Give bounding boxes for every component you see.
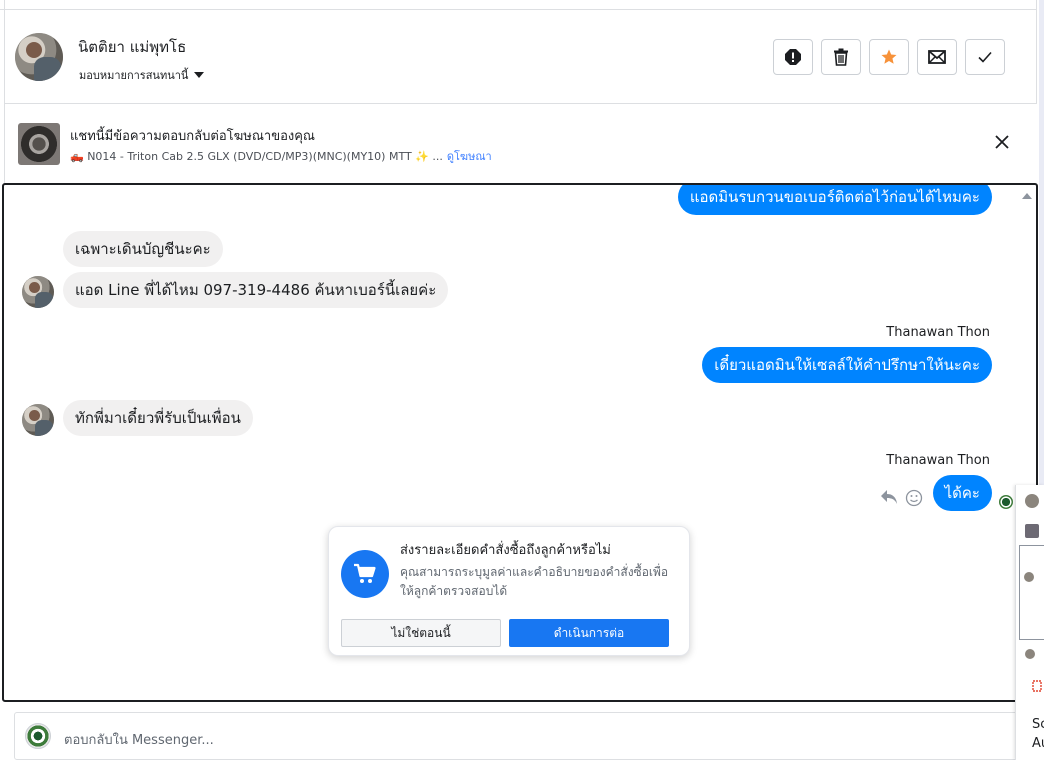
side-panel-partial[interactable]: Sc Au (1015, 485, 1044, 760)
side-text-2: Au (1032, 736, 1044, 751)
ad-thumbnail-small[interactable] (1025, 524, 1039, 538)
envelope-icon (928, 50, 946, 64)
side-thread-preview (1019, 545, 1044, 640)
ad-reply-banner: แชทนี้มีข้อความตอบกลับต่อโฆษณาของคุณ 🛻 N… (4, 104, 1036, 184)
message-bubble-outgoing[interactable]: เดี๋ยวแอดมินให้เซลล์ให้คำปรึกษาให้นะคะ (702, 347, 992, 383)
participant-avatar[interactable] (1025, 494, 1039, 508)
ad-banner-title: แชทนี้มีข้อความตอบกลับต่อโฆษณาของคุณ (70, 129, 315, 144)
checkmark-icon (978, 51, 992, 63)
message-thread[interactable]: แอดมินรบกวนขอเบอร์ติดต่อไว้ก่อนได้ไหมคะ … (2, 183, 1038, 702)
caret-down-icon (194, 72, 205, 78)
message-bubble-outgoing[interactable]: ได้คะ (932, 475, 992, 511)
trash-icon (834, 48, 848, 66)
scroll-up-arrow-icon[interactable] (1022, 193, 1032, 199)
message-bubble-incoming[interactable]: แอด Line พี่ได้ไหม 097-319-4486 ค้นหาเบอ… (63, 272, 449, 308)
conversation-header: นิตติยา แม่พุทโธ มอบหมายการสนทนานี้ (4, 10, 1036, 104)
message-bubble-outgoing[interactable]: แอดมินรบกวนขอเบอร์ติดต่อไว้ก่อนได้ไหมคะ (677, 185, 992, 215)
messenger-inbox: นิตติยา แม่พุทโธ มอบหมายการสนทนานี้ แชทน… (0, 0, 1044, 760)
right-divider (1036, 0, 1037, 104)
emoji-reaction-icon[interactable] (905, 489, 923, 507)
order-icon[interactable] (1032, 680, 1042, 692)
cart-icon-circle (341, 550, 389, 598)
contact-name[interactable]: นิตติยา แม่พุทโธ (78, 35, 186, 59)
contact-avatar-small[interactable] (22, 404, 54, 436)
contact-avatar[interactable] (15, 33, 63, 81)
header-actions (773, 39, 1005, 75)
mark-unread-button[interactable] (917, 39, 957, 75)
seen-indicator-avatar (999, 495, 1013, 509)
sender-name: Thanawan Thon (886, 325, 990, 340)
sender-name: Thanawan Thon (886, 453, 990, 468)
mark-done-button[interactable] (965, 39, 1005, 75)
prompt-description: คุณสามารถระบุมูลค่าและคำอธิบายของคำสั่งซ… (400, 565, 669, 598)
page-avatar (25, 723, 51, 749)
participant-avatar (1025, 649, 1035, 659)
star-button[interactable] (869, 39, 909, 75)
continue-button[interactable]: ดำเนินการต่อ (509, 619, 669, 647)
send-order-details-prompt: ส่งรายละเอียดคำสั่งซื้อถึงลูกค้าหรือไม่ … (328, 526, 690, 656)
side-text-1: Sc (1032, 717, 1044, 732)
contact-avatar-small[interactable] (22, 276, 54, 308)
ad-product-name: 🛻 N014 - Triton Cab 2.5 GLX (DVD/CD/MP3)… (70, 149, 443, 163)
view-ad-link[interactable]: ดูโฆษณา (447, 147, 492, 165)
reply-icon[interactable] (880, 489, 898, 505)
star-icon (881, 49, 897, 64)
mark-spam-button[interactable] (773, 39, 813, 75)
participant-avatar (1024, 572, 1034, 582)
shopping-cart-icon (354, 563, 376, 583)
not-now-button[interactable]: ไม่ใช่ตอนนี้ (341, 619, 501, 647)
assign-conversation-dropdown[interactable]: มอบหมายการสนทนานี้ (79, 66, 205, 84)
message-bubble-incoming[interactable]: ทักพี่มาเดี๋ยวพี่รับเป็นเพื่อน (63, 400, 253, 436)
exclamation-icon (785, 49, 801, 65)
close-icon[interactable] (994, 134, 1010, 150)
ad-product-line: 🛻 N014 - Triton Cab 2.5 GLX (DVD/CD/MP3)… (70, 147, 492, 165)
reply-composer[interactable]: ตอบกลับใน Messenger... (14, 712, 1024, 760)
assign-label: มอบหมายการสนทนานี้ (79, 69, 189, 82)
prompt-title: ส่งรายละเอียดคำสั่งซื้อถึงลูกค้าหรือไม่ (400, 543, 611, 558)
ad-thumbnail[interactable] (18, 123, 60, 165)
message-bubble-incoming[interactable]: เฉพาะเดินบัญชีนะคะ (63, 231, 223, 267)
reply-input[interactable]: ตอบกลับใน Messenger... (64, 729, 214, 750)
delete-button[interactable] (821, 39, 861, 75)
